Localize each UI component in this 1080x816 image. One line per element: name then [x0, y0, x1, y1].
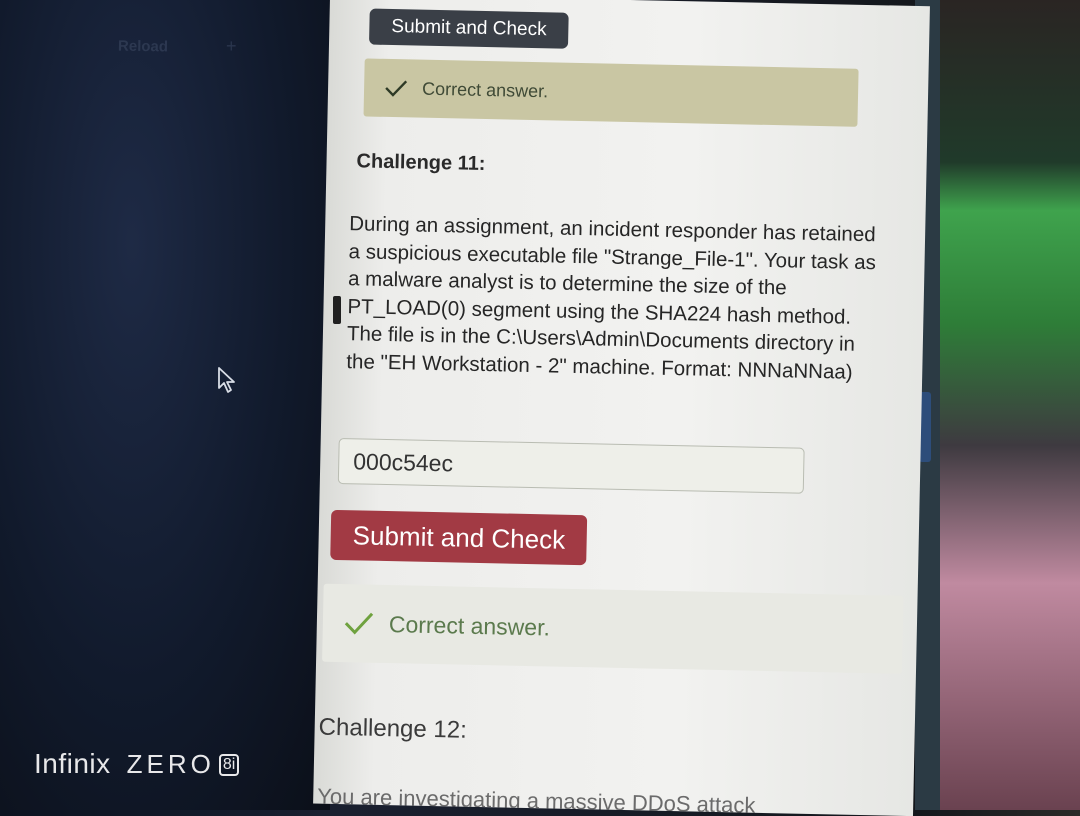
challenge-12-question: You are investigating a massive DDoS att… — [316, 783, 756, 816]
feedback-text: Correct answer. — [388, 610, 551, 640]
check-icon — [344, 612, 374, 635]
page-content: Submit and Check Correct answer. Challen… — [313, 0, 930, 816]
side-tab-handle — [333, 296, 341, 324]
brand-name: Infinix — [34, 748, 111, 779]
challenge-12-title: Challenge 12: — [318, 713, 468, 744]
success-alert: Correct answer. — [322, 583, 904, 674]
feedback-text: Correct answer. — [421, 78, 549, 101]
success-alert-top: Correct answer. — [363, 58, 859, 127]
desktop-background — [0, 0, 330, 810]
browser-viewport: Submit and Check Correct answer. Challen… — [313, 0, 930, 816]
background-scene — [940, 0, 1080, 810]
submit-check-button-top[interactable]: Submit and Check — [369, 8, 569, 49]
model-name: ZERO — [126, 749, 215, 779]
reload-label[interactable]: Reload — [118, 38, 168, 56]
submit-check-button[interactable]: Submit and Check — [330, 509, 588, 566]
mouse-pointer-icon — [218, 367, 235, 393]
check-icon — [385, 80, 408, 97]
new-tab-icon[interactable]: + — [226, 36, 237, 57]
challenge-11-title: Challenge 11: — [356, 150, 486, 176]
answer-input[interactable] — [337, 437, 805, 494]
model-badge: 8i — [218, 754, 240, 776]
device-watermark: Infinix ZERO 8i — [34, 748, 240, 780]
challenge-11-question: During an assignment, an incident respon… — [346, 212, 877, 384]
